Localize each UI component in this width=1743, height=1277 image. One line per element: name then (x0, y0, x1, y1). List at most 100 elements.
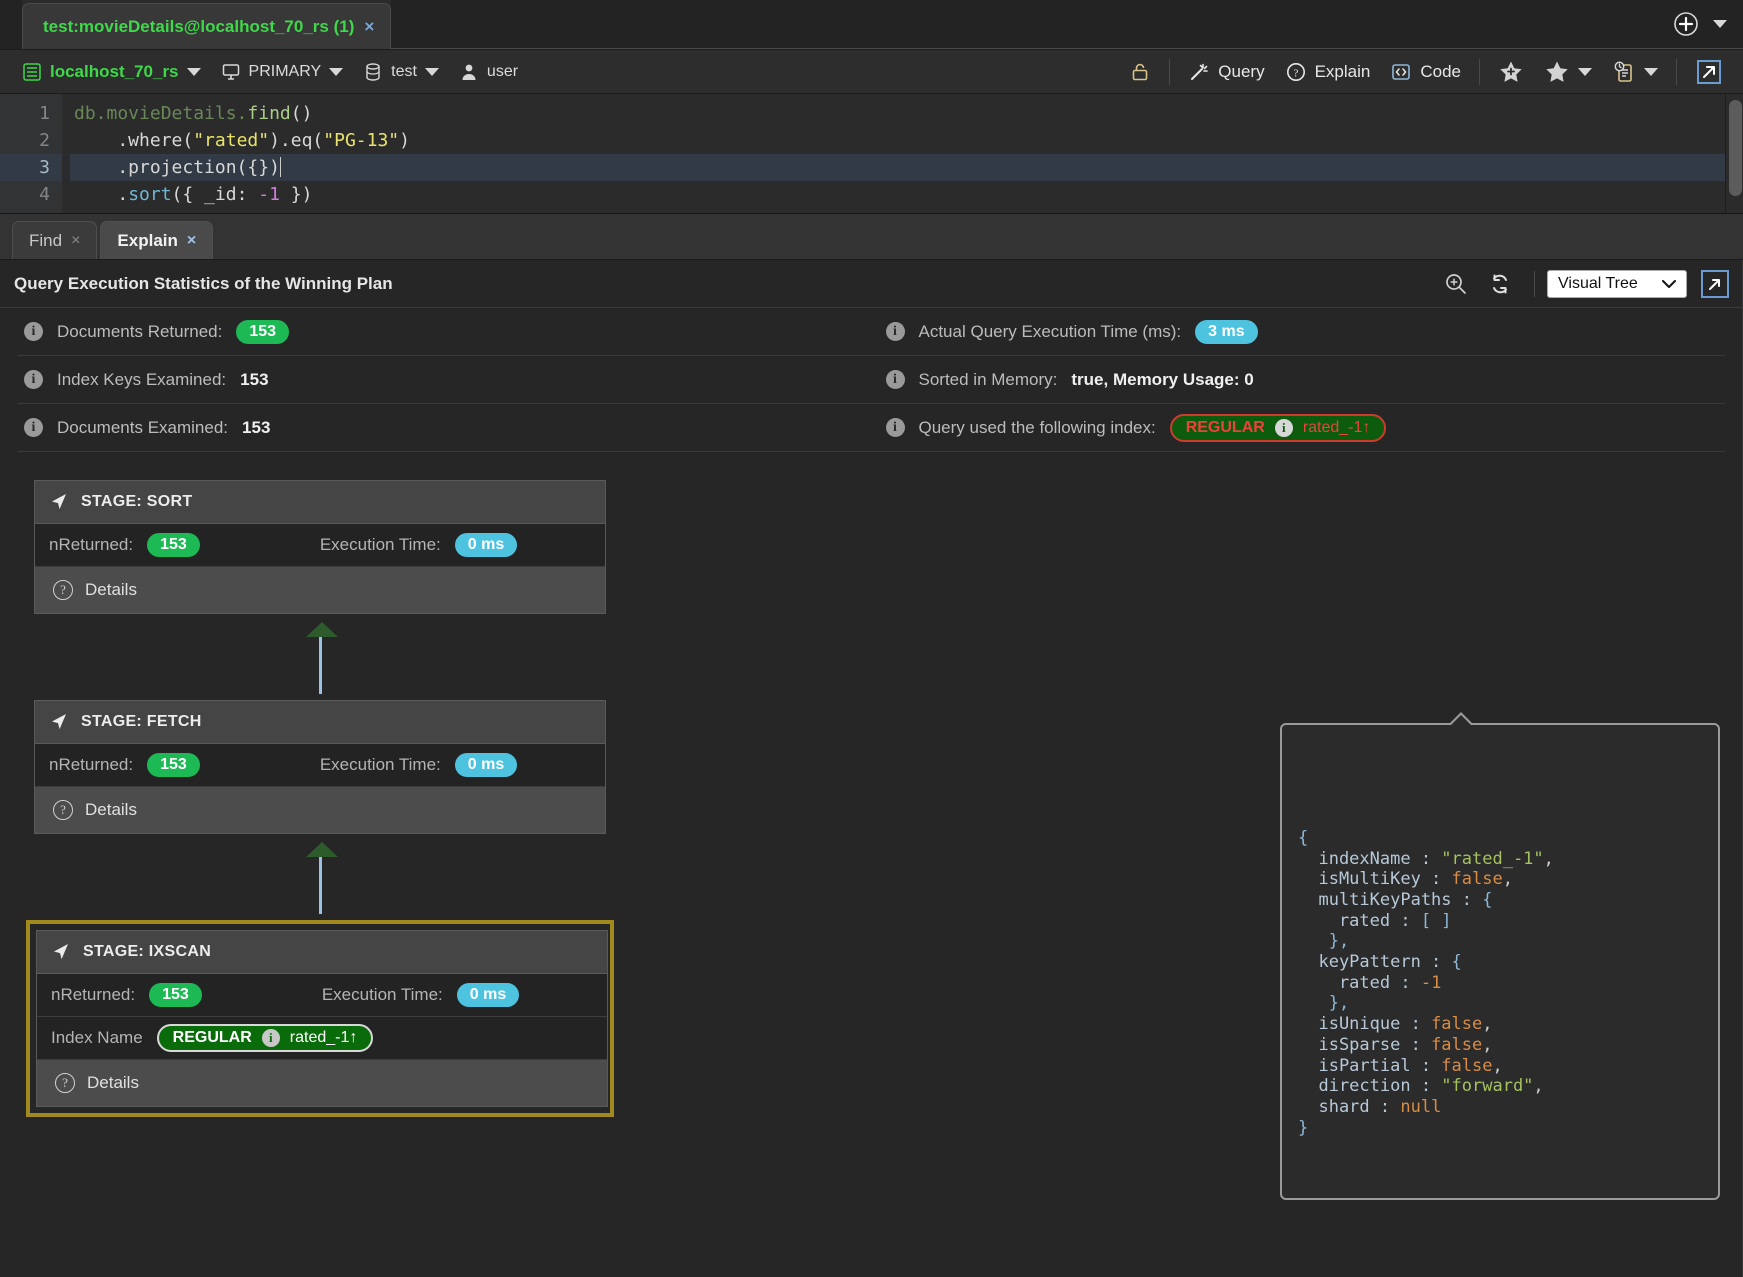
info-icon[interactable]: i (885, 322, 905, 341)
editor-line[interactable]: .projection({}) (70, 154, 1743, 181)
json-line: isPartial : false, (1298, 1056, 1702, 1077)
close-icon[interactable]: × (364, 17, 374, 37)
host-selector[interactable]: localhost_70_rs (12, 58, 211, 86)
editor-line-number: 2 (39, 130, 50, 151)
info-icon[interactable]: i (885, 418, 905, 437)
favorites-button[interactable] (1534, 55, 1602, 89)
info-icon[interactable]: i (24, 322, 43, 341)
nreturned-badge: 153 (147, 753, 200, 777)
json-line: } (1298, 1118, 1702, 1139)
add-favorite-button[interactable] (1488, 55, 1534, 89)
info-icon[interactable]: i (885, 370, 905, 389)
question-circle-icon: ? (53, 800, 73, 820)
json-token: false (1431, 1034, 1483, 1055)
stage-connector (34, 614, 606, 700)
plus-circle-icon[interactable] (1673, 11, 1699, 37)
question-circle-icon: ? (1285, 61, 1307, 83)
editor-code-area[interactable]: db.movieDetails.find() .where("rated").e… (62, 94, 1743, 213)
index-badge[interactable]: REGULAR i rated_-1↑ (156, 1024, 374, 1052)
database-selector[interactable]: test (353, 58, 449, 86)
json-line: indexName : "rated_-1", (1298, 849, 1702, 870)
stage-details-button[interactable]: ? Details (35, 787, 605, 833)
info-icon[interactable]: i (261, 1029, 280, 1047)
tab-explain[interactable]: Explain × (100, 221, 214, 259)
stage-metrics-row: nReturned: 153 Execution Time: 0 ms (35, 744, 605, 787)
editor-line[interactable]: .sort({ _id: -1 }) (70, 181, 1743, 208)
zoom-in-icon[interactable] (1444, 272, 1468, 296)
popout-button[interactable] (1685, 54, 1733, 90)
json-token: isMultiKey : (1298, 869, 1452, 890)
stat-label: Actual Query Execution Time (ms): (918, 321, 1182, 341)
json-token: [ ] (1420, 910, 1452, 931)
explain-button[interactable]: ? Explain (1275, 57, 1381, 87)
query-button[interactable]: Query (1178, 57, 1274, 87)
chevron-down-icon[interactable] (186, 67, 201, 76)
chevron-down-icon[interactable] (1713, 20, 1727, 28)
info-icon[interactable]: i (1274, 418, 1293, 437)
nreturned-label: nReturned: (49, 755, 134, 774)
monitor-icon (221, 62, 241, 82)
query-editor[interactable]: 1 2 3 4 5 db.movieDetails.find() .where("rat… (0, 94, 1743, 214)
editor-line[interactable]: .where("rated").eq("PG-13") (70, 127, 1743, 154)
stage-card[interactable]: STAGE: IXSCAN nReturned: 153 Execution Time… (36, 930, 608, 1107)
editor-line-number: 4 (39, 184, 50, 205)
user-indicator[interactable]: user (449, 58, 528, 86)
close-icon[interactable]: × (71, 232, 80, 250)
json-line: multiKeyPaths : { (1298, 890, 1702, 911)
tab-find-label: Find (29, 230, 63, 250)
star-icon (1544, 59, 1570, 85)
editor-scrollbar[interactable] (1725, 94, 1743, 213)
stage-metrics-row: nReturned: 153 Execution Time: 0 ms (35, 524, 605, 567)
connection-tab[interactable]: test:movieDetails@localhost_70_rs (1) × (22, 3, 392, 49)
json-line: }, (1298, 931, 1702, 952)
editor-line[interactable]: db.movieDetails.find() (70, 100, 1743, 127)
close-icon[interactable]: × (187, 232, 196, 250)
chevron-down-icon[interactable] (1644, 67, 1658, 76)
history-clipboard-icon (1612, 60, 1636, 84)
json-token: null (1400, 1096, 1442, 1117)
stage-card[interactable]: STAGE: FETCH nReturned: 153 Execution Time:… (34, 700, 606, 834)
stage-title: STAGE: IXSCAN (83, 943, 212, 960)
json-token: { (1298, 827, 1309, 848)
history-button[interactable] (1602, 56, 1668, 88)
info-icon[interactable]: i (24, 418, 43, 437)
stat-cell: i Actual Query Execution Time (ms): 3 ms (872, 319, 1726, 344)
view-mode-select[interactable]: Visual Tree (1547, 269, 1687, 298)
details-label: Details (85, 800, 137, 819)
connector-line (319, 632, 322, 694)
editor-scrollbar-thumb[interactable] (1729, 100, 1742, 196)
stage-index-row: Index Name REGULAR i rated_-1↑ (37, 1017, 607, 1060)
json-token: rated : (1298, 972, 1421, 993)
stage-details-button[interactable]: ? Details (37, 1060, 607, 1106)
connection-tab-strip: test:movieDetails@localhost_70_rs (1) × (0, 0, 1743, 50)
stage-connector (34, 834, 606, 920)
mongo-explain-window: test:movieDetails@localhost_70_rs (1) × … (0, 0, 1743, 1277)
index-badge[interactable]: REGULAR i rated_-1↑ (1169, 413, 1387, 442)
stage-title: STAGE: SORT (81, 493, 193, 510)
refresh-icon[interactable] (1488, 272, 1512, 296)
explain-popout-button[interactable] (1701, 269, 1729, 298)
unlock-button[interactable] (1119, 57, 1161, 87)
status-badge: 153 (236, 319, 290, 344)
details-label: Details (87, 1073, 139, 1092)
chevron-down-icon[interactable] (1578, 67, 1592, 76)
chevron-down-icon[interactable] (329, 67, 344, 76)
tabstrip-filler (391, 0, 1663, 49)
code-token: () (290, 103, 313, 124)
code-token: ({ _id: (171, 184, 259, 205)
json-token: "rated_-1" (1441, 848, 1544, 869)
tabstrip-controls (1663, 0, 1743, 49)
json-token: }, (1298, 993, 1350, 1014)
json-token: isUnique : (1298, 1014, 1432, 1035)
editor-line[interactable] (70, 208, 1743, 213)
replica-role-selector[interactable]: PRIMARY (211, 58, 354, 86)
chevron-down-icon[interactable] (424, 67, 439, 76)
stage-card[interactable]: STAGE: SORT nReturned: 153 Execution Time: 0… (34, 480, 606, 614)
info-icon[interactable]: i (24, 370, 43, 389)
tab-find[interactable]: Find × (12, 221, 98, 259)
stage-details-button[interactable]: ? Details (35, 567, 605, 613)
code-button[interactable]: Code (1380, 57, 1471, 87)
nreturned-badge: 153 (147, 533, 200, 557)
json-line: isMultiKey : false, (1298, 869, 1702, 890)
editor-gutter: 1 2 3 4 5 (0, 94, 62, 213)
